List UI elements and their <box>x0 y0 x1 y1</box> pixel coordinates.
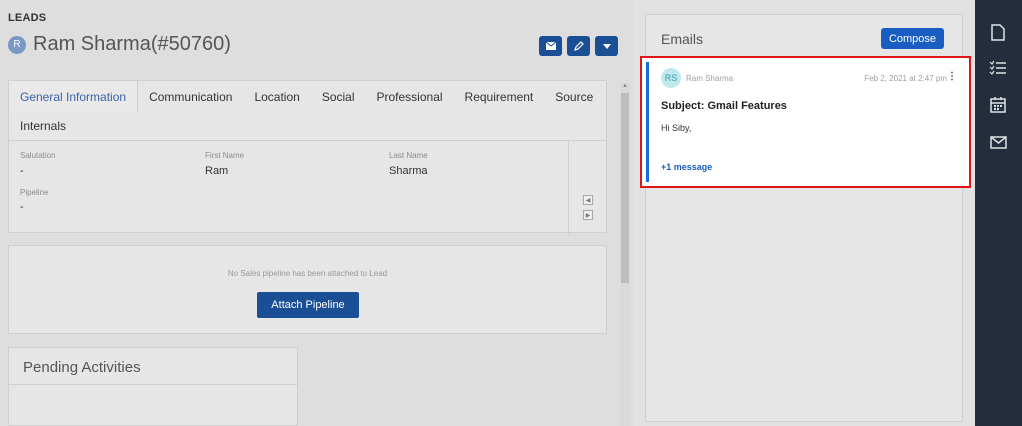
field-nav: ◀ ▶ <box>568 141 606 236</box>
pipeline-card: No Sales pipeline has been attached to L… <box>8 245 607 334</box>
salutation-label: Salutation <box>20 151 56 160</box>
lead-detail-area: LEADS R Ram Sharma(#50760) General Infor… <box>0 0 633 426</box>
lead-info-card: General Information Communication Locati… <box>8 80 607 236</box>
scrollbar[interactable]: ▲ <box>620 83 630 426</box>
pipeline-label: Pipeline <box>20 188 49 197</box>
lead-title: Ram Sharma(#50760) <box>33 33 231 55</box>
salutation-value: - <box>20 165 24 177</box>
first-name-label: First Name <box>205 151 245 160</box>
mail-icon[interactable] <box>988 132 1008 152</box>
general-fields: Salutation - First Name Ram Last Name Sh… <box>9 141 606 236</box>
attach-pipeline-button[interactable]: Attach Pipeline <box>257 292 359 318</box>
lead-tabs: General Information Communication Locati… <box>9 81 606 141</box>
checklist-icon[interactable] <box>988 58 1008 78</box>
tab-social[interactable]: Social <box>311 81 366 112</box>
next-button[interactable]: ▶ <box>583 210 593 220</box>
email-button[interactable] <box>539 36 562 56</box>
last-name-value: Sharma <box>389 165 428 177</box>
email-thread-card[interactable]: RS Ram Sharma Feb 2, 2021 at 2:47 pm ⋮ S… <box>640 56 971 188</box>
edit-button[interactable] <box>567 36 590 56</box>
pending-activities-title: Pending Activities <box>9 348 297 385</box>
tab-professional[interactable]: Professional <box>366 81 454 112</box>
caret-down-icon <box>602 43 611 49</box>
tab-requirement[interactable]: Requirement <box>454 81 545 112</box>
caret-left-icon: ◀ <box>585 197 591 204</box>
tab-source[interactable]: Source <box>544 81 604 112</box>
tab-location[interactable]: Location <box>243 81 310 112</box>
email-subject: Subject: Gmail Features <box>661 100 787 112</box>
pencil-icon <box>573 41 584 51</box>
email-thread[interactable]: RS Ram Sharma Feb 2, 2021 at 2:47 pm ⋮ S… <box>646 62 965 182</box>
first-name-value: Ram <box>205 165 229 177</box>
pipeline-value: - <box>20 201 24 213</box>
tab-general-information[interactable]: General Information <box>9 81 139 112</box>
right-sidebar <box>975 0 1022 426</box>
more-actions-button[interactable] <box>595 36 618 56</box>
sender-avatar: RS <box>661 68 681 88</box>
compose-button[interactable]: Compose <box>881 28 944 49</box>
tab-communication[interactable]: Communication <box>138 81 243 112</box>
pipeline-empty-message: No Sales pipeline has been attached to L… <box>227 269 388 278</box>
more-messages-link[interactable]: +1 message <box>661 162 712 172</box>
page-title: R Ram Sharma(#50760) <box>8 33 231 56</box>
last-name-label: Last Name <box>389 151 428 160</box>
breadcrumb[interactable]: LEADS <box>8 12 46 24</box>
prev-button[interactable]: ◀ <box>583 195 593 205</box>
caret-right-icon: ▶ <box>585 212 591 219</box>
sender-name: Ram Sharma <box>686 74 734 83</box>
pending-activities-card: Pending Activities <box>8 347 298 426</box>
email-date: Feb 2, 2021 at 2:47 pm <box>864 74 947 83</box>
email-body: Hi Siby, <box>661 123 692 133</box>
tab-internals[interactable]: Internals <box>9 112 77 140</box>
scroll-up-icon[interactable]: ▲ <box>622 83 628 89</box>
lead-avatar: R <box>8 35 26 54</box>
kebab-menu-icon[interactable]: ⋮ <box>947 72 957 82</box>
email-icon <box>545 42 556 50</box>
emails-title: Emails <box>661 31 704 47</box>
calendar-icon[interactable] <box>988 94 1008 114</box>
document-icon[interactable] <box>988 22 1008 42</box>
scrollbar-thumb[interactable] <box>621 93 629 283</box>
header-actions <box>539 36 618 56</box>
